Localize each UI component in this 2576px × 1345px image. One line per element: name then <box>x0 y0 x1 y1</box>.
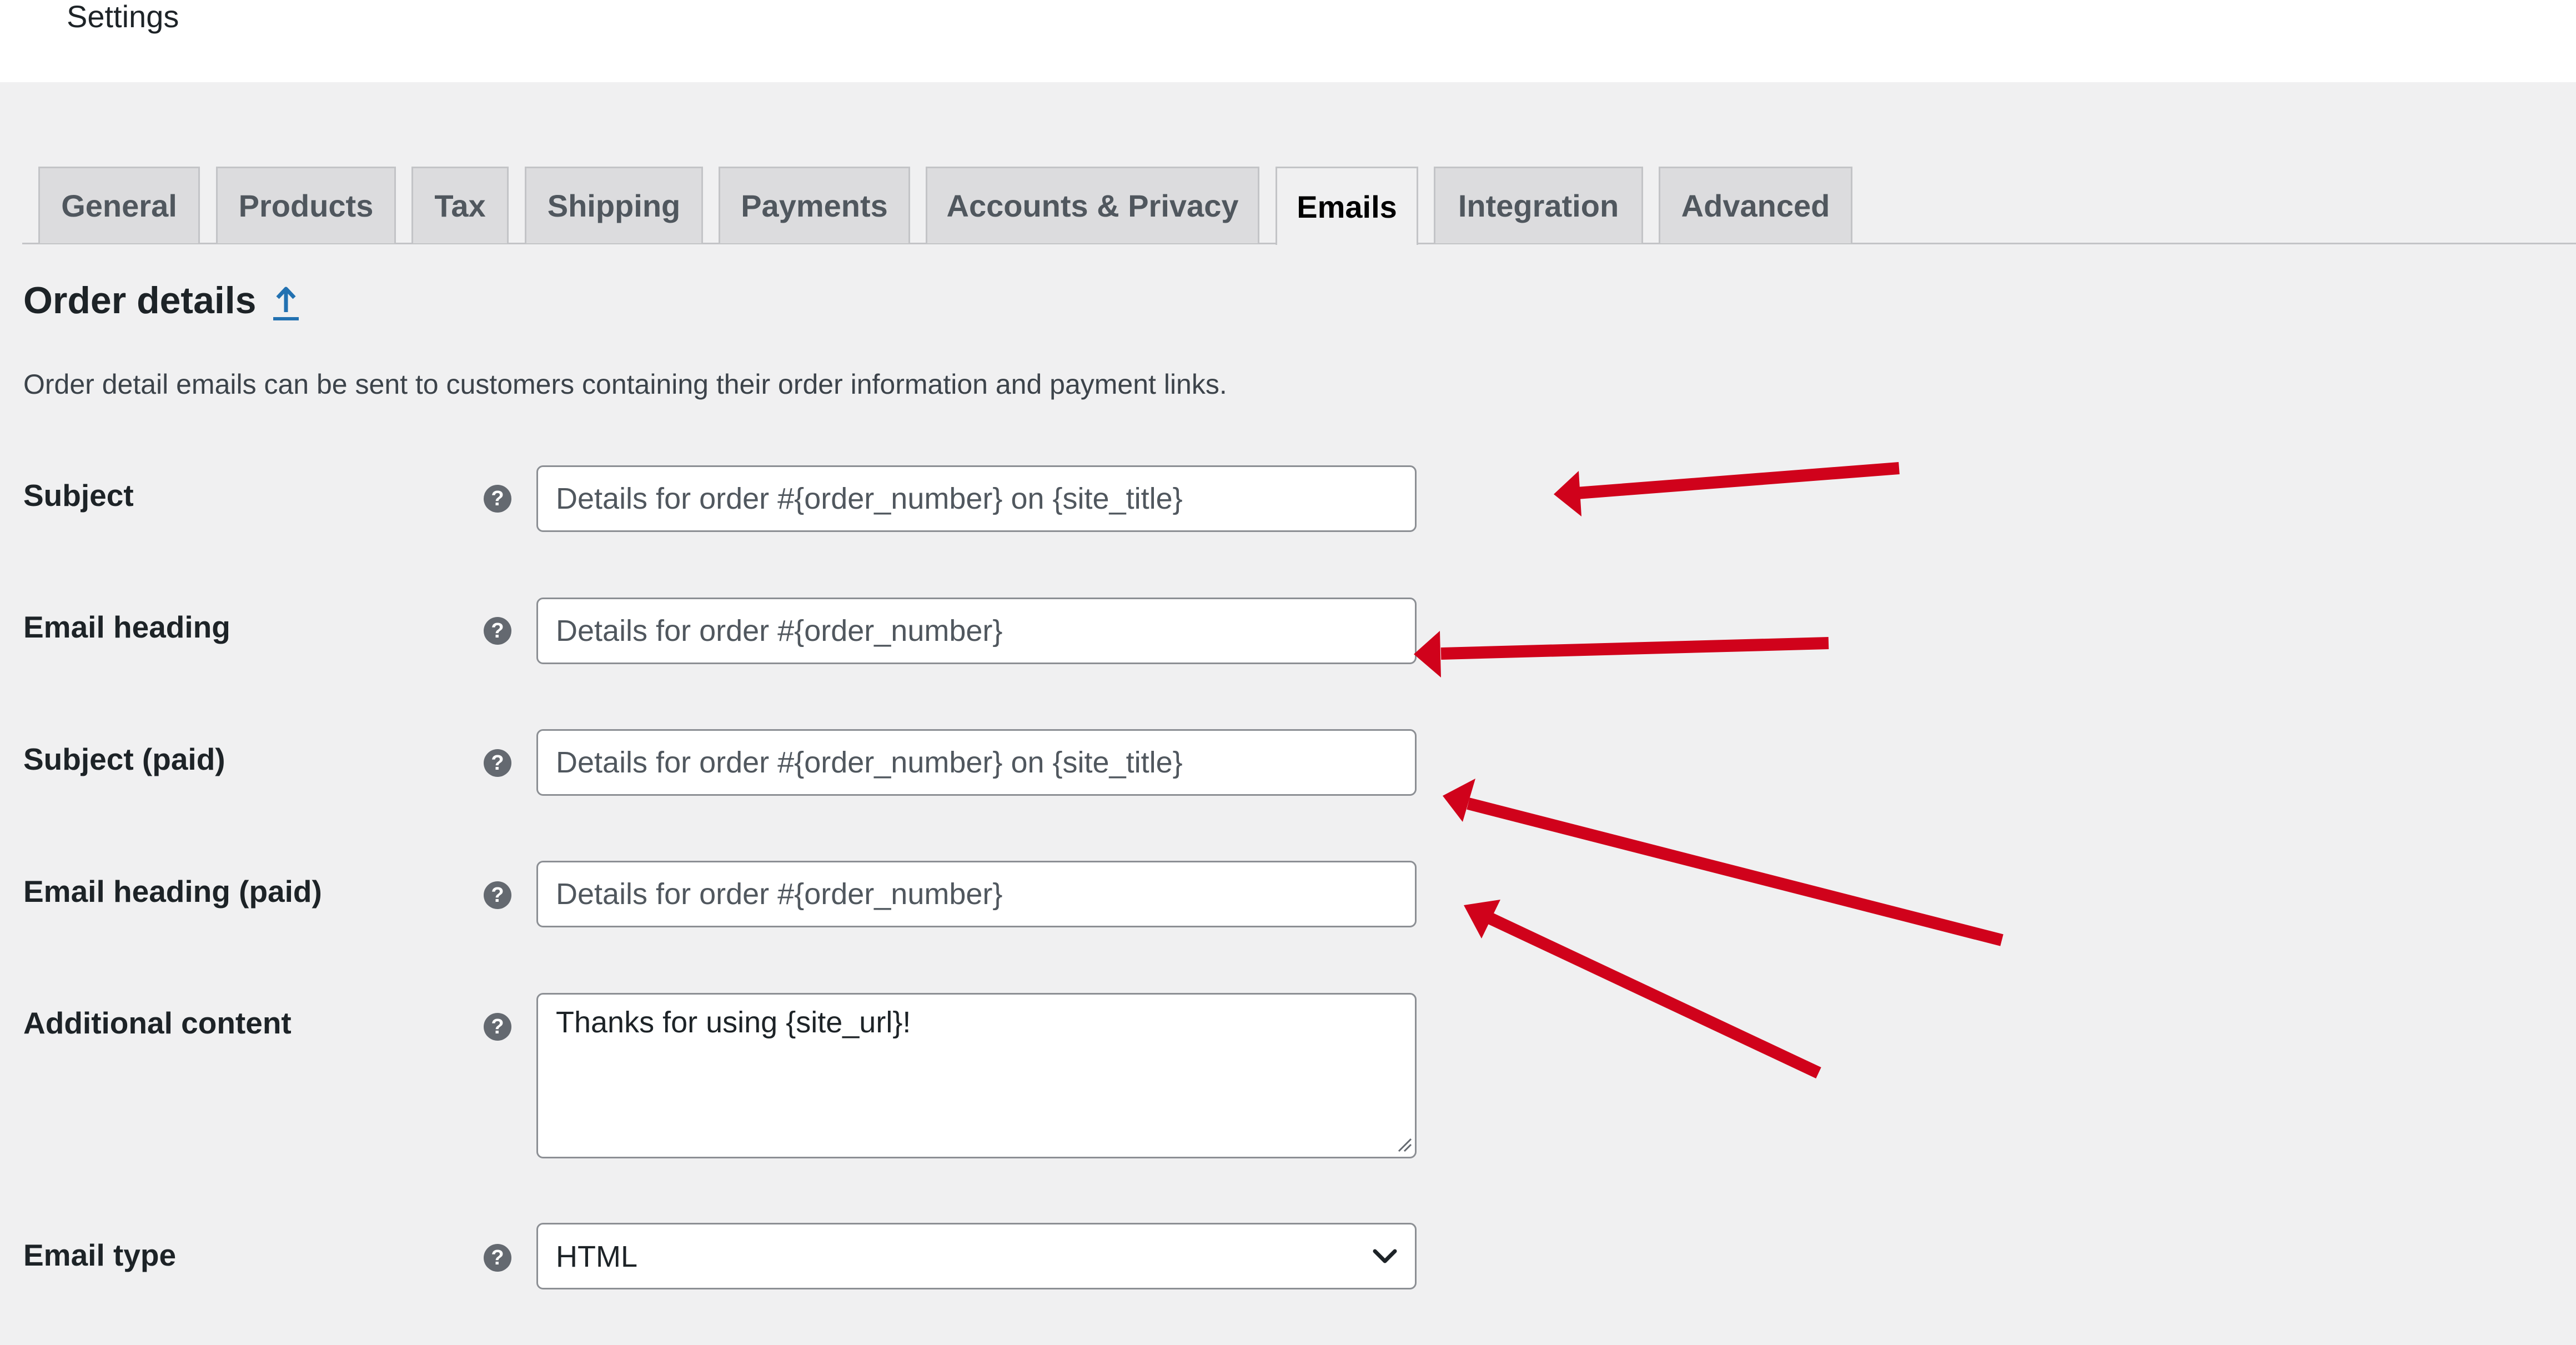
tab-advanced[interactable]: Advanced <box>1659 167 1852 243</box>
help-question-icon[interactable]: ? <box>484 617 511 645</box>
email-heading-input[interactable] <box>536 598 1417 664</box>
annotation-arrow <box>1554 462 1900 516</box>
email-heading-label: Email heading <box>23 610 230 644</box>
additional-content-textarea[interactable]: Thanks for using {site_url}! <box>536 993 1417 1158</box>
subject-label: Subject <box>23 478 134 513</box>
subject-paid-input[interactable] <box>536 729 1417 796</box>
section-description: Order detail emails can be sent to custo… <box>23 369 1227 400</box>
email-type-select[interactable]: HTML <box>536 1223 1417 1289</box>
annotation-arrow <box>1414 631 1829 677</box>
resize-handle-icon[interactable] <box>1395 1136 1412 1152</box>
tab-general[interactable]: General <box>38 167 200 243</box>
help-question-icon[interactable]: ? <box>484 485 511 513</box>
email-heading-paid-label: Email heading (paid) <box>23 874 322 909</box>
chevron-down-icon <box>1373 1249 1397 1263</box>
email-type-value: HTML <box>556 1240 637 1273</box>
additional-content-label: Additional content <box>23 1006 292 1040</box>
page-title: Settings <box>67 0 179 34</box>
help-question-icon[interactable]: ? <box>484 749 511 777</box>
subject-paid-label: Subject (paid) <box>23 742 225 776</box>
tab-payments[interactable]: Payments <box>719 167 910 243</box>
subject-input[interactable] <box>536 465 1417 532</box>
tab-products[interactable]: Products <box>216 167 396 243</box>
tab-emails[interactable]: Emails <box>1276 167 1418 245</box>
tab-integration[interactable]: Integration <box>1434 167 1643 243</box>
annotation-arrow <box>1464 900 1821 1078</box>
tab-tax[interactable]: Tax <box>411 167 509 243</box>
tab-shipping[interactable]: Shipping <box>525 167 703 243</box>
help-question-icon[interactable]: ? <box>484 1244 511 1272</box>
top-bar: Settings <box>0 0 2576 82</box>
annotation-arrow <box>1443 779 2003 946</box>
help-question-icon[interactable]: ? <box>484 1013 511 1041</box>
up-arrow-icon[interactable] <box>271 284 301 322</box>
section-title: Order details <box>23 279 257 322</box>
help-question-icon[interactable]: ? <box>484 881 511 909</box>
email-heading-paid-input[interactable] <box>536 861 1417 927</box>
email-type-label: Email type <box>23 1238 177 1272</box>
tab-accounts-privacy[interactable]: Accounts & Privacy <box>926 167 1259 243</box>
